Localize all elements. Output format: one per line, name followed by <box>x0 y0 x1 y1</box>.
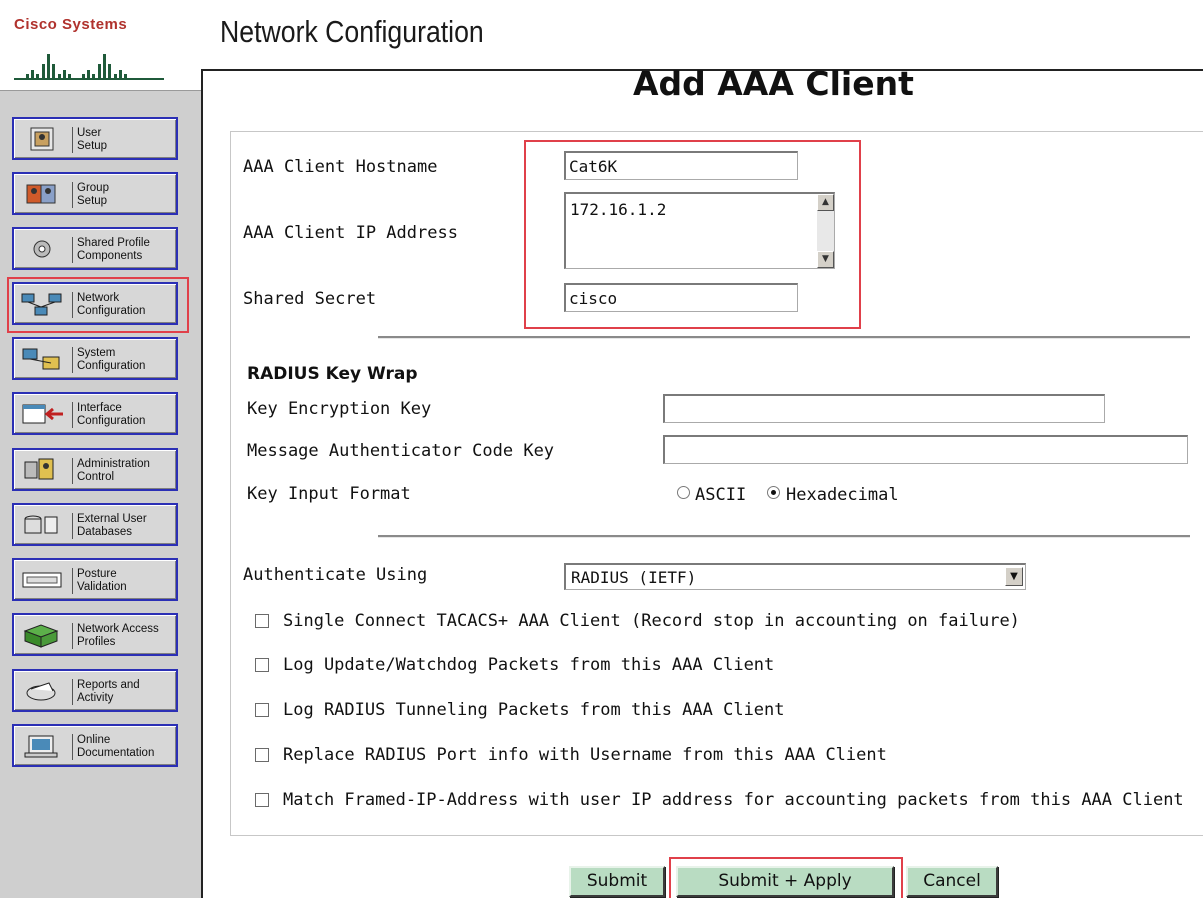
section-divider <box>378 535 1190 538</box>
mack-label: Message Authenticator Code Key <box>247 441 555 461</box>
ip-scrollbar[interactable]: ▲ ▼ <box>817 194 834 268</box>
kek-label: Key Encryption Key <box>247 399 432 419</box>
single-connect-label: Single Connect TACACS+ AAA Client (Recor… <box>283 611 1020 631</box>
scroll-up-icon[interactable]: ▲ <box>817 194 834 211</box>
hexadecimal-radio-label: Hexadecimal <box>786 485 899 505</box>
sidebar-item-label: System Configuration <box>77 347 146 372</box>
external-db-icon <box>24 515 58 534</box>
kek-input[interactable] <box>663 394 1105 423</box>
section-divider <box>378 336 1190 339</box>
sidebar-item-label: External User Databases <box>77 513 147 538</box>
sidebar-item-label: Shared Profile Components <box>77 237 150 262</box>
hostname-label: AAA Client Hostname <box>243 157 438 177</box>
system-config-icon <box>22 348 60 370</box>
documentation-icon <box>24 735 58 758</box>
sidebar-item-user-setup[interactable]: User Setup <box>12 117 178 160</box>
match-framed-ip-label: Match Framed-IP-Address with user IP add… <box>283 790 1184 810</box>
authenticate-using-label: Authenticate Using <box>243 565 428 585</box>
sidebar-item-label: Interface Configuration <box>77 402 146 427</box>
submit-button[interactable]: Submit <box>569 866 665 897</box>
sidebar-item-label: Administration Control <box>77 458 150 483</box>
sidebar-item-administration-control[interactable]: Administration Control <box>12 448 178 491</box>
key-wrap-heading: RADIUS Key Wrap <box>247 364 418 384</box>
hostname-input[interactable]: Cat6K <box>564 151 798 180</box>
scroll-down-icon[interactable]: ▼ <box>817 251 834 268</box>
shared-profile-icon <box>33 240 51 258</box>
shared-secret-label: Shared Secret <box>243 289 377 309</box>
ascii-radio[interactable] <box>677 486 690 499</box>
hexadecimal-radio[interactable] <box>767 486 780 499</box>
group-setup-icon <box>26 184 56 204</box>
cisco-logo-bars <box>14 54 169 82</box>
replace-port-label: Replace RADIUS Port info with Username f… <box>283 745 887 765</box>
sidebar: User Setup Group Setup Shared Profile Co… <box>0 90 201 898</box>
submit-apply-highlight <box>669 857 903 898</box>
admin-control-icon <box>24 458 54 480</box>
content-frame-border <box>201 69 203 898</box>
ip-address-label: AAA Client IP Address <box>243 223 458 243</box>
shared-secret-input[interactable]: cisco <box>564 283 798 312</box>
ascii-radio-label: ASCII <box>695 485 747 505</box>
authenticate-using-value: RADIUS (IETF) <box>571 568 697 587</box>
sidebar-item-label: Posture Validation <box>77 568 127 593</box>
reports-icon <box>26 682 56 701</box>
replace-port-checkbox[interactable] <box>255 748 269 762</box>
sidebar-item-shared-profile[interactable]: Shared Profile Components <box>12 227 178 270</box>
cancel-button[interactable]: Cancel <box>906 866 998 897</box>
sidebar-item-group-setup[interactable]: Group Setup <box>12 172 178 215</box>
page-title: Add AAA Client <box>633 64 914 103</box>
header-title: Network Configuration <box>220 14 484 49</box>
ip-address-textarea[interactable]: 172.16.1.2 ▲ ▼ <box>564 192 835 269</box>
sidebar-item-label: Reports and Activity <box>77 679 140 704</box>
sidebar-item-external-user-databases[interactable]: External User Databases <box>12 503 178 546</box>
sidebar-item-online-documentation[interactable]: Online Documentation <box>12 724 178 767</box>
network-access-icon <box>23 624 59 648</box>
chevron-down-icon[interactable]: ▼ <box>1005 567 1023 586</box>
cisco-logo-text: Cisco Systems <box>14 16 128 33</box>
log-update-label: Log Update/Watchdog Packets from this AA… <box>283 655 775 675</box>
sidebar-item-label: User Setup <box>77 127 108 152</box>
key-format-label: Key Input Format <box>247 484 411 504</box>
log-tunneling-checkbox[interactable] <box>255 703 269 717</box>
sidebar-item-system-configuration[interactable]: System Configuration <box>12 337 178 380</box>
interface-config-icon <box>22 404 63 424</box>
match-framed-ip-checkbox[interactable] <box>255 793 269 807</box>
mack-input[interactable] <box>663 435 1188 464</box>
ip-address-value: 172.16.1.2 <box>570 200 667 219</box>
posture-icon <box>22 572 62 588</box>
log-update-checkbox[interactable] <box>255 658 269 672</box>
single-connect-checkbox[interactable] <box>255 614 269 628</box>
sidebar-item-posture-validation[interactable]: Posture Validation <box>12 558 178 601</box>
sidebar-item-label: Network Access Profiles <box>77 623 159 648</box>
log-tunneling-label: Log RADIUS Tunneling Packets from this A… <box>283 700 785 720</box>
sidebar-item-label: Online Documentation <box>77 734 155 759</box>
selected-item-highlight <box>7 277 189 333</box>
sidebar-item-interface-configuration[interactable]: Interface Configuration <box>12 392 178 435</box>
sidebar-item-reports-activity[interactable]: Reports and Activity <box>12 669 178 712</box>
authenticate-using-select[interactable]: RADIUS (IETF) ▼ <box>564 563 1026 590</box>
user-setup-icon <box>30 127 54 151</box>
sidebar-item-label: Group Setup <box>77 182 109 207</box>
sidebar-item-network-access-profiles[interactable]: Network Access Profiles <box>12 613 178 656</box>
